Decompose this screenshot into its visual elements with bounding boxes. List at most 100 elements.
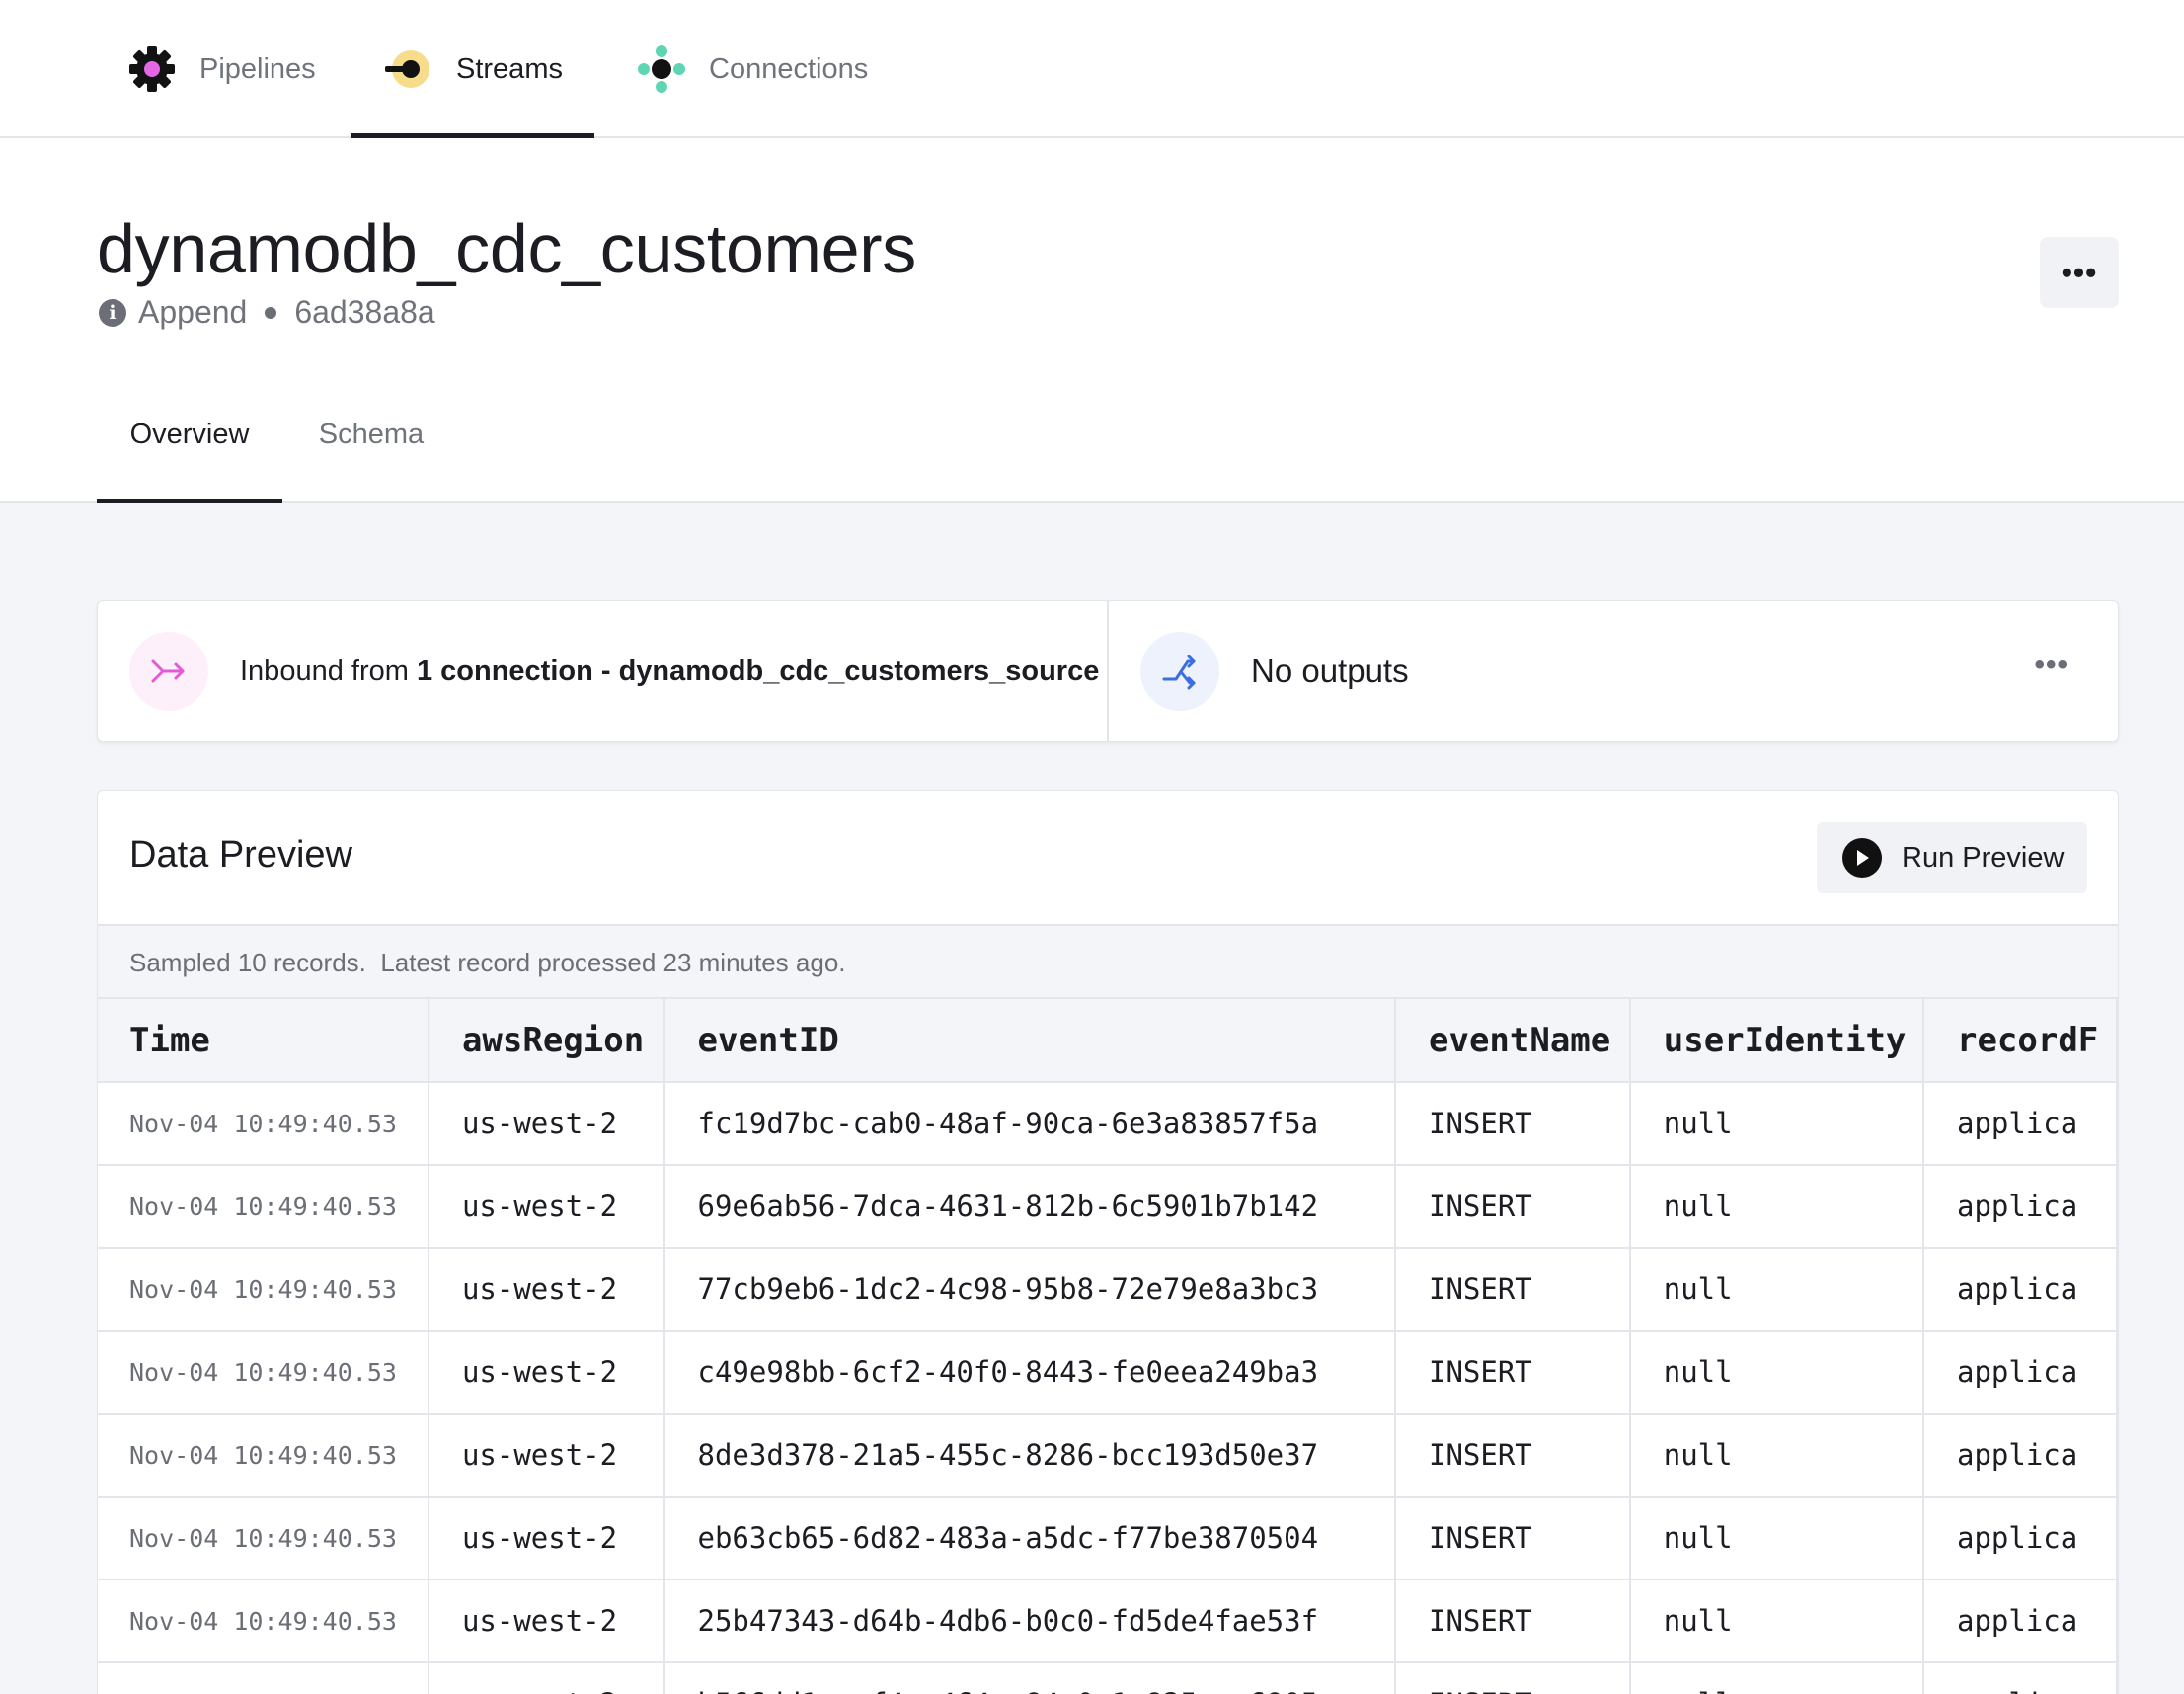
cell-user-identity: null [1629,1662,1924,1694]
outputs-more-icon[interactable]: ••• [2034,649,2068,682]
connections-icon [636,43,687,95]
cell-record: applica [1922,1497,2118,1580]
cell-user-identity: null [1629,1248,1924,1332]
page-title: dynamodb_cdc_customers [97,210,916,287]
cell-event-id: 25b47343-d64b-4db6-b0c0-fd5de4fae53f [663,1579,1397,1663]
cell-record: applica [1922,1579,2118,1663]
column-header[interactable]: Time [98,999,429,1083]
cell-time: Nov-04 10:49:40.53 [98,1579,429,1663]
column-header[interactable]: awsRegion [428,999,665,1083]
cell-event-name: INSERT [1395,1165,1631,1249]
inbound-text: Inbound from 1 connection - dynamodb_cdc… [240,655,1099,688]
table-row: Nov-04 10:49:40.53 us-west-2 eb63cb65-6d… [98,1497,2118,1580]
nav-tab-label: Connections [709,52,869,85]
data-preview-card: Data Preview Run Preview Sampled 10 reco… [97,790,2119,1694]
cell-record: applica [1922,1414,2118,1498]
cell-event-id: 8de3d378-21a5-455c-8286-bcc193d50e37 [663,1414,1397,1498]
sampled-info: Sampled 10 records. Latest record proces… [98,926,2118,999]
cell-event-name: INSERT [1395,1497,1631,1580]
outputs-text: No outputs [1251,653,1409,689]
column-header[interactable]: eventID [663,999,1397,1083]
stream-id: 6ad38a8a [294,294,435,330]
cell-record: applica [1922,1165,2118,1249]
cell-region: us-west-2 [428,1165,665,1249]
cell-time: Nov-04 10:49:40.53 [98,1082,429,1166]
tab-schema[interactable]: Schema [304,417,438,501]
stream-meta: i Append 6ad38a8a [97,294,435,331]
run-preview-label: Run Preview [1902,841,2065,874]
cell-user-identity: null [1629,1082,1924,1166]
nav-tab-label: Streams [456,52,563,85]
shuffle-icon [1140,632,1219,711]
cell-region: us-west-2 [428,1579,665,1663]
cell-time: Nov-04 10:49:40.53 [98,1662,429,1694]
table-row: Nov-04 10:49:40.53 us-west-2 c49e98bb-6c… [98,1331,2118,1415]
tab-label: Overview [129,419,250,450]
column-header[interactable]: eventName [1395,999,1631,1083]
top-nav: Pipelines Streams Connections [0,0,2184,138]
cell-region: us-west-2 [428,1248,665,1332]
cell-event-id: eb63cb65-6d82-483a-a5dc-f77be3870504 [663,1497,1397,1580]
data-preview-header: Data Preview Run Preview [98,791,2118,926]
data-preview-title: Data Preview [129,834,352,876]
cell-record: applica [1922,1662,2118,1694]
cell-event-id: c49e98bb-6cf2-40f0-8443-fe0eea249ba3 [663,1331,1397,1415]
nav-tab-streams[interactable]: Streams [351,0,594,138]
cell-event-name: INSERT [1395,1414,1631,1498]
nav-tab-connections[interactable]: Connections [636,0,868,138]
cell-event-name: INSERT [1395,1248,1631,1332]
cell-region: us-west-2 [428,1331,665,1415]
cell-region: us-west-2 [428,1082,665,1166]
cell-user-identity: null [1629,1497,1924,1580]
run-preview-button[interactable]: Run Preview [1817,822,2087,893]
cell-user-identity: null [1629,1414,1924,1498]
table-row: Nov-04 10:49:40.53 us-west-2 25b47343-d6… [98,1579,2118,1663]
cell-time: Nov-04 10:49:40.53 [98,1165,429,1249]
table-row: Nov-04 10:49:40.53 us-west-2 b566dd1e-ef… [98,1662,2118,1694]
cell-time: Nov-04 10:49:40.53 [98,1414,429,1498]
tab-label: Schema [318,419,425,450]
page-header: dynamodb_cdc_customers i Append 6ad38a8a… [0,138,2184,503]
table-row: Nov-04 10:49:40.53 us-west-2 77cb9eb6-1d… [98,1248,2118,1332]
preview-table: Time awsRegion eventID eventName userIde… [98,999,2118,1694]
info-icon[interactable]: i [99,298,126,327]
cell-user-identity: null [1629,1331,1924,1415]
cell-region: us-west-2 [428,1497,665,1580]
cell-record: applica [1922,1248,2118,1332]
cell-event-name: INSERT [1395,1331,1631,1415]
more-horizontal-icon: ••• [2061,254,2098,290]
cell-time: Nov-04 10:49:40.53 [98,1331,429,1415]
separator-dot [265,306,277,319]
tab-overview[interactable]: Overview [97,417,282,503]
nav-tab-label: Pipelines [199,52,316,85]
table-row: Nov-04 10:49:40.53 us-west-2 8de3d378-21… [98,1414,2118,1498]
cell-event-name: INSERT [1395,1082,1631,1166]
outputs-section[interactable]: No outputs ••• [1109,601,2118,741]
cell-event-id: 69e6ab56-7dca-4631-812b-6c5901b7b142 [663,1165,1397,1249]
inbound-connection[interactable]: Inbound from 1 connection - dynamodb_cdc… [98,601,1109,741]
gear-icon [126,43,178,95]
cell-user-identity: null [1629,1165,1924,1249]
play-icon [1842,838,1882,878]
cell-user-identity: null [1629,1579,1924,1663]
column-header[interactable]: recordF [1922,999,2118,1083]
column-header[interactable]: userIdentity [1629,999,1924,1083]
table-row: Nov-04 10:49:40.53 us-west-2 69e6ab56-7d… [98,1165,2118,1249]
cell-event-name: INSERT [1395,1662,1631,1694]
nav-tab-pipelines[interactable]: Pipelines [126,0,316,138]
cell-record: applica [1922,1331,2118,1415]
cell-record: applica [1922,1082,2118,1166]
cell-event-id: fc19d7bc-cab0-48af-90ca-6e3a83857f5a [663,1082,1397,1166]
more-options-button[interactable]: ••• [2040,237,2119,308]
cell-region: us-west-2 [428,1662,665,1694]
table-header-row: Time awsRegion eventID eventName userIde… [98,999,2118,1083]
inbound-connection-name[interactable]: 1 connection - dynamodb_cdc_customers_so… [417,655,1099,687]
cell-event-name: INSERT [1395,1579,1631,1663]
inbound-icon [129,632,208,711]
stream-mode: Append [138,294,248,330]
table-row: Nov-04 10:49:40.53 us-west-2 fc19d7bc-ca… [98,1082,2118,1166]
connections-card: Inbound from 1 connection - dynamodb_cdc… [97,600,2119,742]
cell-event-id: b566dd1e-ef4a-464e-84e0-1c825aae6905 [663,1662,1397,1694]
cell-time: Nov-04 10:49:40.53 [98,1497,429,1580]
cell-event-id: 77cb9eb6-1dc2-4c98-95b8-72e79e8a3bc3 [663,1248,1397,1332]
